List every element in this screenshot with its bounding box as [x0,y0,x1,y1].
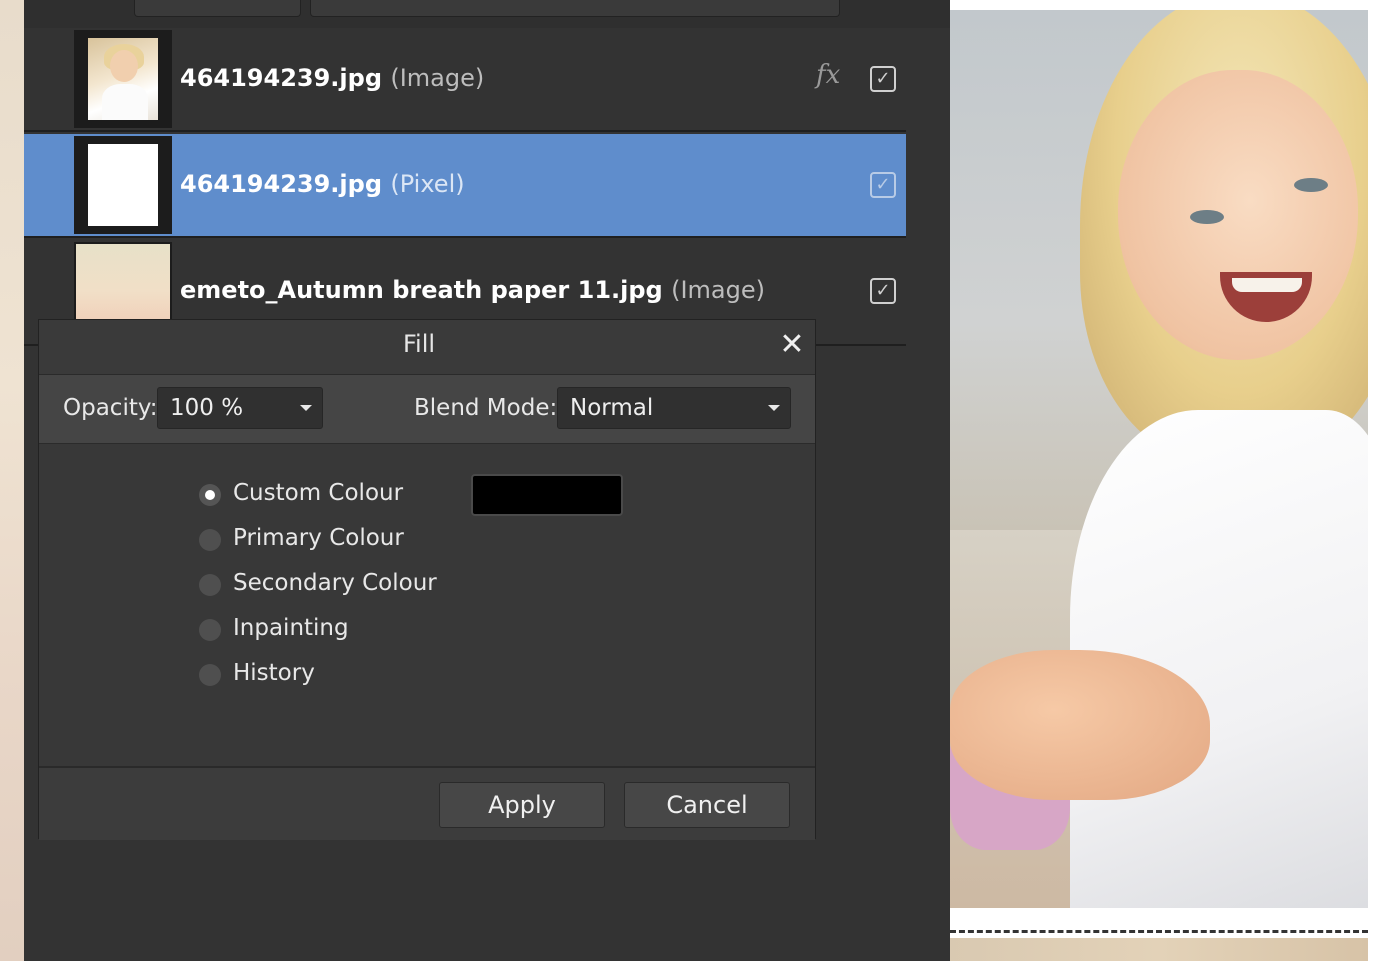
blend-mode-dropdown[interactable]: Normal [557,387,791,429]
thumbnail-photo [88,38,158,120]
layer-type: (Pixel) [390,170,465,198]
layer-row-pixel[interactable]: 464194239.jpg (Pixel) ✓ [24,134,906,238]
thumbnail-white [88,144,158,226]
radio-button[interactable] [199,529,221,551]
wood-texture [950,938,1368,961]
photo-arm [950,650,1210,800]
custom-colour-swatch[interactable] [471,474,623,516]
visibility-checkbox[interactable]: ✓ [870,278,896,304]
cancel-button[interactable]: Cancel [624,782,790,828]
toolbar-control-right[interactable] [310,0,840,17]
radio-label: Primary Colour [233,525,404,551]
layer-type: (Image) [671,276,765,304]
layer-name: 464194239.jpg (Pixel) [180,170,465,198]
stitch-line [950,930,1368,933]
radio-label: Secondary Colour [233,570,437,596]
fill-options-bar: Opacity: 100 % Blend Mode: Normal [39,375,815,445]
toolbar-control-left[interactable] [134,0,301,17]
canvas-photo[interactable] [950,10,1368,908]
photo-teeth [1232,278,1302,292]
layer-filename: 464194239.jpg [180,170,382,198]
fill-dialog: Fill ✕ Opacity: 100 % Blend Mode: Normal… [38,319,816,840]
radio-label: Custom Colour [233,480,404,506]
layer-name: emeto_Autumn breath paper 11.jpg (Image) [180,276,765,304]
radio-button[interactable] [199,664,221,686]
fx-icon[interactable]: fx [816,60,840,90]
radio-button[interactable] [199,574,221,596]
photo-face [1118,70,1358,360]
layer-row-image[interactable]: 464194239.jpg (Image) fx ✓ [24,28,906,132]
dialog-footer: Apply Cancel [39,766,815,840]
canvas-edge [1368,0,1373,961]
opacity-label: Opacity: [63,395,158,421]
visibility-checkbox[interactable]: ✓ [870,66,896,92]
close-icon[interactable]: ✕ [777,328,807,362]
layer-filename: emeto_Autumn breath paper 11.jpg [180,276,663,304]
visibility-checkbox[interactable]: ✓ [870,172,896,198]
background-paper-strip [0,0,24,961]
layers-panel-toolbar [24,0,950,28]
blend-mode-value: Normal [570,395,654,421]
apply-button[interactable]: Apply [439,782,605,828]
blend-mode-label: Blend Mode: [414,395,558,421]
chevron-down-icon [768,405,780,411]
layer-thumbnail [74,30,172,128]
layer-name: 464194239.jpg (Image) [180,64,484,92]
radio-label: History [233,660,315,686]
photo-eye [1294,178,1328,192]
layer-thumbnail [74,136,172,234]
dialog-title: Fill [402,330,436,358]
fill-source-options: Custom Colour Primary Colour Secondary C… [39,444,815,766]
photo-eye [1190,210,1224,224]
opacity-value: 100 % [170,395,244,421]
chevron-down-icon [300,405,312,411]
dialog-title-bar[interactable]: Fill ✕ [39,320,815,375]
opacity-dropdown[interactable]: 100 % [157,387,323,429]
radio-button[interactable] [199,619,221,641]
layer-type: (Image) [390,64,485,92]
radio-button[interactable] [199,484,221,506]
layer-filename: 464194239.jpg [180,64,382,92]
radio-label: Inpainting [233,615,349,641]
